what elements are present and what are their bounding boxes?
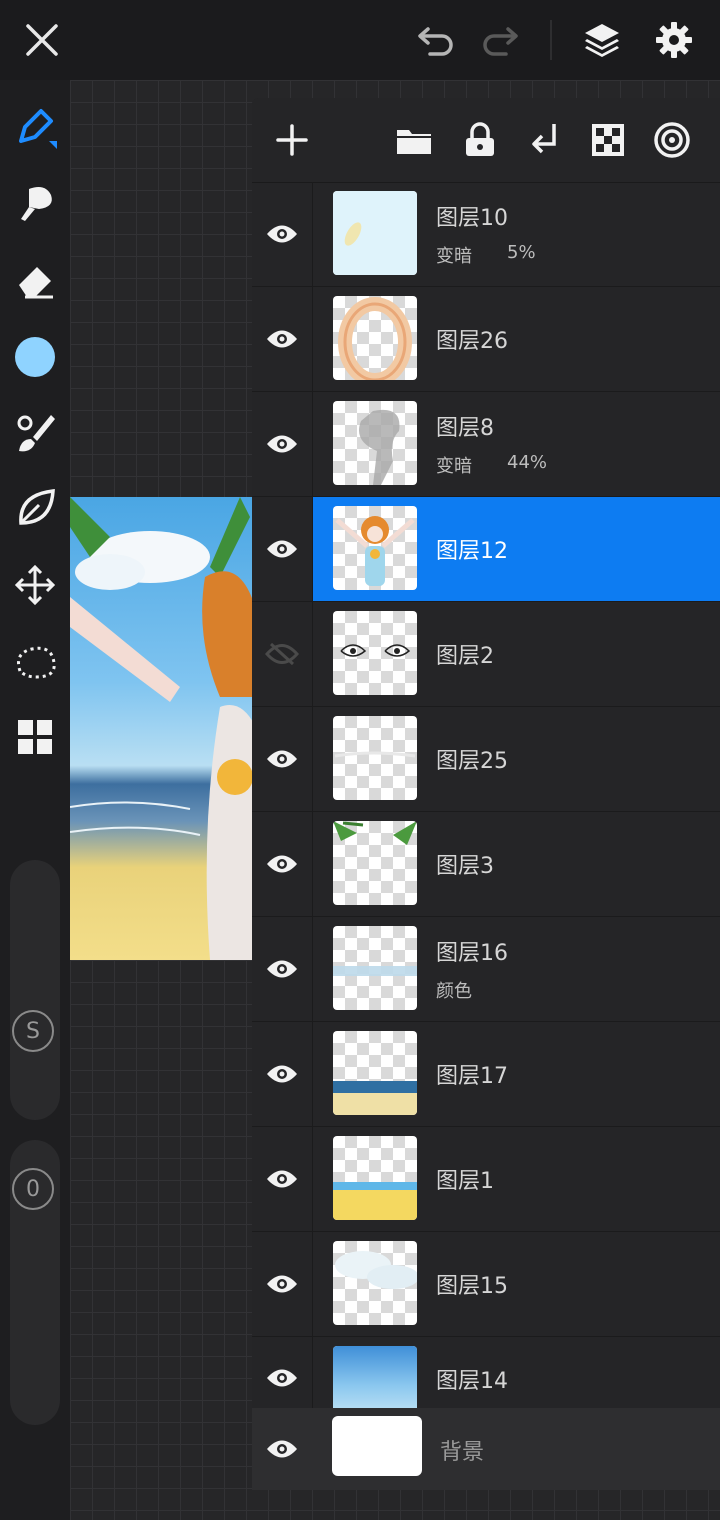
move-icon[interactable] (8, 558, 62, 612)
eye-icon[interactable] (252, 707, 312, 811)
size-slider[interactable]: S (10, 860, 60, 1120)
transparency-icon[interactable] (582, 114, 634, 166)
layer-row[interactable]: 图层8 变暗 44% (252, 392, 720, 497)
size-slider-knob[interactable]: S (12, 1010, 54, 1052)
layer-list: 图层10 变暗 5% 图层26 图层8 变暗 44% 图层12 图层2 图层25… (252, 182, 720, 1419)
eye-hidden-icon[interactable] (252, 602, 312, 706)
layer-thumbnail (333, 611, 417, 695)
layer-thumbnail (333, 401, 417, 485)
layer-thumbnail (333, 821, 417, 905)
eraser-icon[interactable] (8, 254, 62, 308)
lasso-icon[interactable] (8, 634, 62, 688)
leaf-icon[interactable] (8, 482, 62, 536)
layer-name: 图层15 (436, 1274, 508, 1299)
layer-name: 图层16 (436, 941, 508, 966)
opacity-slider[interactable]: 0 (10, 1140, 60, 1425)
layer-name: 图层10 (436, 206, 508, 231)
layer-blend-mode: 变暗 (436, 246, 472, 267)
layer-row-body[interactable]: 图层10 变暗 5% (312, 182, 720, 286)
tool-bar: S 0 (0, 80, 70, 1520)
eye-icon[interactable] (252, 182, 312, 286)
layer-thumbnail (333, 296, 417, 380)
layer-name: 图层26 (436, 329, 508, 354)
layer-thumbnail (333, 716, 417, 800)
layer-row-body[interactable]: 图层16 颜色 (312, 917, 720, 1021)
lock-icon[interactable] (454, 114, 506, 166)
layer-row[interactable]: 图层12 (252, 497, 720, 602)
layer-row-body[interactable]: 图层25 (312, 707, 720, 811)
layers-panel-toolbar (252, 98, 720, 183)
layer-name: 图层25 (436, 749, 508, 774)
layer-thumbnail (333, 1031, 417, 1115)
artwork (70, 497, 260, 960)
eye-icon[interactable] (252, 1022, 312, 1126)
layer-row[interactable]: 图层14 (252, 1337, 720, 1419)
layer-blend-mode: 颜色 (436, 981, 472, 1002)
eye-icon[interactable] (252, 392, 312, 496)
layer-name: 图层1 (436, 1169, 494, 1194)
layer-row[interactable]: 图层2 (252, 602, 720, 707)
layer-row[interactable]: 图层17 (252, 1022, 720, 1127)
layer-opacity: 5% (507, 242, 536, 263)
layer-row-body[interactable]: 图层14 (312, 1337, 720, 1419)
pen-icon[interactable] (8, 100, 62, 154)
top-bar (0, 0, 720, 80)
divider (550, 20, 552, 60)
layer-name: 图层12 (436, 539, 508, 564)
layer-name: 图层14 (436, 1369, 508, 1394)
close-icon[interactable] (16, 14, 68, 66)
layer-row[interactable]: 图层25 (252, 707, 720, 812)
layer-row-body[interactable]: 图层15 (312, 1232, 720, 1336)
eye-icon[interactable] (252, 497, 312, 601)
eye-icon[interactable] (252, 1127, 312, 1231)
background-layer-name: 背景 (440, 1440, 485, 1465)
layer-name: 图层8 (436, 416, 494, 441)
folder-icon[interactable] (388, 114, 440, 166)
layer-name: 图层17 (436, 1064, 508, 1089)
layer-thumbnail (333, 506, 417, 590)
layers-icon[interactable] (576, 14, 628, 66)
layer-row[interactable]: 图层3 (252, 812, 720, 917)
eye-icon[interactable] (252, 812, 312, 916)
eye-icon[interactable] (252, 1337, 312, 1419)
layer-row-body[interactable]: 图层2 (312, 602, 720, 706)
layer-thumbnail (333, 191, 417, 275)
reference-icon[interactable] (646, 114, 698, 166)
grid-icon[interactable] (8, 710, 62, 764)
layer-row[interactable]: 图层26 (252, 287, 720, 392)
merge-down-icon[interactable] (518, 114, 570, 166)
eye-icon[interactable] (252, 287, 312, 391)
undo-icon[interactable] (410, 14, 462, 66)
layer-row-body[interactable]: 图层3 (312, 812, 720, 916)
layer-row-body[interactable]: 图层12 (312, 497, 720, 601)
layer-row-body[interactable]: 图层1 (312, 1127, 720, 1231)
add-layer-icon[interactable] (266, 114, 318, 166)
layer-row-body[interactable]: 图层8 变暗 44% (312, 392, 720, 496)
layer-thumbnail (333, 926, 417, 1010)
layer-row-body[interactable]: 图层26 (312, 287, 720, 391)
background-layer-row[interactable]: 背景 (252, 1408, 720, 1490)
eye-icon[interactable] (252, 1232, 312, 1336)
brush-icon[interactable] (8, 406, 62, 460)
layer-row[interactable]: 图层1 (252, 1127, 720, 1232)
opacity-slider-knob[interactable]: 0 (12, 1168, 54, 1210)
layer-name: 图层2 (436, 644, 494, 669)
layers-panel: 图层10 变暗 5% 图层26 图层8 变暗 44% 图层12 图层2 图层25… (252, 98, 720, 1490)
layer-thumbnail (333, 1136, 417, 1220)
background-thumbnail (332, 1416, 422, 1476)
eye-icon[interactable] (252, 917, 312, 1021)
layer-row[interactable]: 图层10 变暗 5% (252, 182, 720, 287)
layer-row[interactable]: 图层16 颜色 (252, 917, 720, 1022)
smudge-icon[interactable] (8, 176, 62, 230)
eye-icon[interactable] (252, 1408, 312, 1490)
gear-icon[interactable] (648, 14, 700, 66)
layer-row-body[interactable]: 图层17 (312, 1022, 720, 1126)
layer-thumbnail (333, 1241, 417, 1325)
redo-icon[interactable] (474, 14, 526, 66)
layer-blend-mode: 变暗 (436, 456, 472, 477)
layer-opacity: 44% (507, 452, 548, 473)
color-swatch[interactable] (8, 330, 62, 384)
layer-row[interactable]: 图层15 (252, 1232, 720, 1337)
layer-name: 图层3 (436, 854, 494, 879)
